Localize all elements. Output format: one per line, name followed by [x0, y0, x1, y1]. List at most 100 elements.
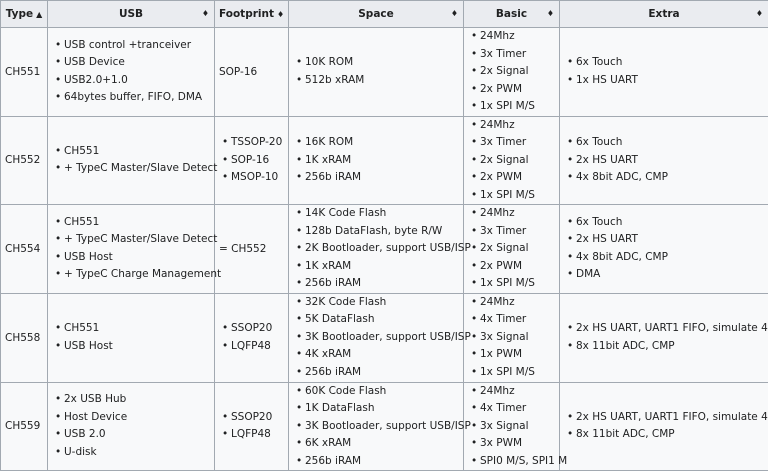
list-item: 60K Code Flash: [305, 383, 459, 401]
list-item: 2x Signal: [480, 63, 555, 81]
cell-footprint-list: TSSOP-20SOP-16MSOP-10: [219, 134, 284, 187]
cell-space-list: 14K Code Flash128b DataFlash, byte R/W2K…: [293, 205, 459, 293]
list-item: 6x Touch: [576, 54, 764, 72]
header-label: Footprint: [219, 8, 274, 20]
list-item: 24Mhz: [480, 28, 555, 46]
list-item: 24Mhz: [480, 383, 555, 401]
list-item: 2x HS UART, UART1 FIFO, simulate 485: [576, 409, 764, 427]
list-item: 1x SPI M/S: [480, 275, 555, 293]
sort-icon[interactable]: ♦: [202, 9, 209, 18]
list-item: 4x 8bit ADC, CMP: [576, 169, 764, 187]
list-item: LQFP48: [231, 338, 284, 356]
cell-space-list: 16K ROM1K xRAM256b iRAM: [293, 134, 459, 187]
footprint-text: = CH552: [219, 243, 266, 255]
cell-basic-list: 24Mhz4x Timer3x Signal3x PWMSPI0 M/S, SP…: [468, 383, 555, 471]
list-item: DMA: [576, 266, 764, 284]
chip-comparison-table: Type▲ USB♦ Footprint♦ Space♦ Basic♦ Extr…: [0, 0, 768, 471]
cell-basic-list: 24Mhz3x Timer2x Signal2x PWM1x SPI M/S: [468, 205, 555, 293]
list-item: 4x Timer: [480, 400, 555, 418]
cell-footprint-list: SSOP20LQFP48: [219, 409, 284, 444]
cell-basic-list: 24Mhz3x Timer2x Signal2x PWM1x SPI M/S: [468, 117, 555, 205]
list-item: SSOP20: [231, 409, 284, 427]
cell-space: 60K Code Flash1K DataFlash3K Bootloader,…: [289, 382, 464, 471]
header-basic[interactable]: Basic♦: [464, 1, 560, 28]
list-item: 3x Timer: [480, 134, 555, 152]
cell-space: 10K ROM512b xRAM: [289, 28, 464, 117]
list-item: 8x 11bit ADC, CMP: [576, 338, 764, 356]
header-label: Type: [6, 8, 33, 20]
list-item: 4x 8bit ADC, CMP: [576, 249, 764, 267]
header-footprint[interactable]: Footprint♦: [215, 1, 289, 28]
header-label: Extra: [648, 8, 679, 20]
list-item: 3x Signal: [480, 418, 555, 436]
header-usb[interactable]: USB ♦: [48, 1, 215, 28]
cell-basic: 24Mhz3x Timer2x Signal2x PWM1x SPI M/S: [464, 28, 560, 117]
table-body: CH551USB control +tranceiverUSB DeviceUS…: [1, 28, 768, 471]
sort-icon[interactable]: ♦: [277, 10, 284, 19]
header-label: USB: [119, 8, 143, 20]
header-extra[interactable]: Extra ♦: [560, 1, 768, 28]
list-item: MSOP-10: [231, 169, 284, 187]
list-item: USB2.0+1.0: [64, 72, 210, 90]
sort-icon[interactable]: ♦: [451, 9, 458, 18]
list-item: 128b DataFlash, byte R/W: [305, 223, 459, 241]
cell-usb-list: CH551USB Host: [52, 320, 210, 355]
table-row: CH554CH551+ TypeC Master/Slave DetectUSB…: [1, 205, 768, 294]
cell-footprint-list: SSOP20LQFP48: [219, 320, 284, 355]
list-item: 6x Touch: [576, 214, 764, 232]
cell-extra-list: 2x HS UART, UART1 FIFO, simulate 4858x 1…: [564, 320, 764, 355]
list-item: + TypeC Master/Slave Detect: [64, 231, 210, 249]
cell-space: 16K ROM1K xRAM256b iRAM: [289, 116, 464, 205]
list-item: USB 2.0: [64, 426, 210, 444]
list-item: 256b iRAM: [305, 169, 459, 187]
list-item: 3x PWM: [480, 435, 555, 453]
list-item: + TypeC Charge Management: [64, 266, 210, 284]
header-label: Space: [358, 8, 394, 20]
cell-extra: 2x HS UART, UART1 FIFO, simulate 4858x 1…: [560, 382, 768, 471]
list-item: 6K xRAM: [305, 435, 459, 453]
header-row: Type▲ USB♦ Footprint♦ Space♦ Basic♦ Extr…: [1, 1, 768, 28]
list-item: SSOP20: [231, 320, 284, 338]
cell-extra: 2x HS UART, UART1 FIFO, simulate 4858x 1…: [560, 293, 768, 382]
list-item: 64bytes buffer, FIFO, DMA: [64, 89, 210, 107]
list-item: Host Device: [64, 409, 210, 427]
sort-icon[interactable]: ♦: [547, 9, 554, 18]
list-item: SPI0 M/S, SPI1 M: [480, 453, 555, 471]
cell-space: 14K Code Flash128b DataFlash, byte R/W2K…: [289, 205, 464, 294]
list-item: 10K ROM: [305, 54, 459, 72]
cell-type: CH559: [1, 382, 48, 471]
list-item: 4K xRAM: [305, 346, 459, 364]
header-space[interactable]: Space ♦: [289, 1, 464, 28]
list-item: 4x Timer: [480, 311, 555, 329]
list-item: 2x PWM: [480, 81, 555, 99]
cell-space: 32K Code Flash5K DataFlash3K Bootloader,…: [289, 293, 464, 382]
cell-extra-list: 2x HS UART, UART1 FIFO, simulate 4858x 1…: [564, 409, 764, 444]
list-item: USB Host: [64, 338, 210, 356]
list-item: 1x PWM: [480, 346, 555, 364]
list-item: 6x Touch: [576, 134, 764, 152]
sort-icon[interactable]: ♦: [756, 9, 763, 18]
list-item: 1K DataFlash: [305, 400, 459, 418]
cell-type: CH554: [1, 205, 48, 294]
list-item: 2x PWM: [480, 169, 555, 187]
cell-usb-list: USB control +tranceiverUSB DeviceUSB2.0+…: [52, 37, 210, 107]
cell-usb-list: CH551+ TypeC Master/Slave DetectUSB Host…: [52, 214, 210, 284]
list-item: 1K xRAM: [305, 258, 459, 276]
table-row: CH558CH551USB HostSSOP20LQFP4832K Code F…: [1, 293, 768, 382]
table-row: CH5592x USB HubHost DeviceUSB 2.0U-diskS…: [1, 382, 768, 471]
cell-extra-list: 6x Touch1x HS UART: [564, 54, 764, 89]
cell-footprint: SSOP20LQFP48: [215, 293, 289, 382]
cell-extra: 6x Touch2x HS UART4x 8bit ADC, CMPDMA: [560, 205, 768, 294]
list-item: U-disk: [64, 444, 210, 462]
cell-basic: 24Mhz4x Timer3x Signal1x PWM1x SPI M/S: [464, 293, 560, 382]
list-item: 3x Timer: [480, 46, 555, 64]
list-item: 256b iRAM: [305, 364, 459, 382]
table-row: CH552CH551+ TypeC Master/Slave DetectTSS…: [1, 116, 768, 205]
cell-footprint: SSOP20LQFP48: [215, 382, 289, 471]
cell-type: CH552: [1, 116, 48, 205]
header-type[interactable]: Type▲: [1, 1, 48, 28]
list-item: 1x HS UART: [576, 72, 764, 90]
list-item: 2x HS UART: [576, 152, 764, 170]
sort-ascending-icon[interactable]: ▲: [36, 10, 42, 19]
list-item: 1x SPI M/S: [480, 98, 555, 116]
